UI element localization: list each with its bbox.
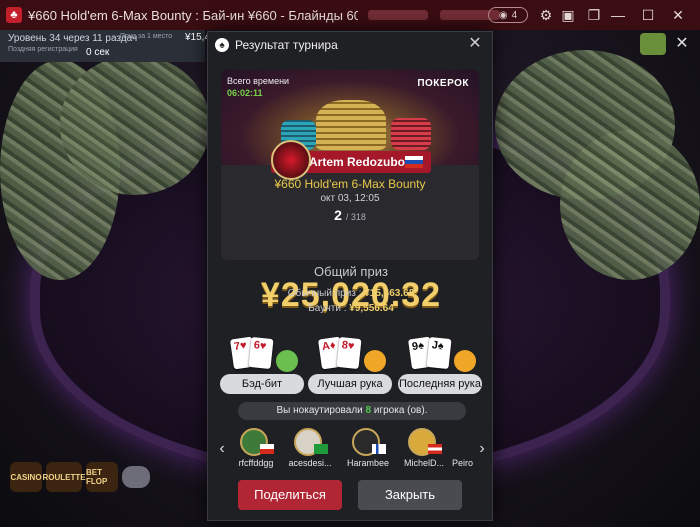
player-name: rfcffddgg — [238, 458, 274, 468]
pokerok-logo-icon: ♠ — [215, 38, 229, 52]
table-close-icon[interactable]: ✕ — [672, 33, 692, 55]
knocked-players-carousel: ‹ rfcffddgg acesdesi... Harambee MichelD… — [208, 426, 494, 472]
badge-last-hand[interactable]: 9♠ J♠ Последняя рука — [398, 336, 482, 396]
austria-flag-icon — [428, 444, 442, 454]
player-avatar — [271, 140, 311, 180]
carousel-next-icon[interactable]: › — [476, 440, 488, 458]
window-title-bar: ♣ ¥660 Hold'em 6-Max Bounty : Бай-ин ¥66… — [0, 0, 700, 30]
tournament-info-strip: Уровень 34 через 11 раздач Поздняя регис… — [0, 30, 210, 62]
chat-icon[interactable] — [122, 466, 150, 488]
coins-pile — [316, 100, 386, 150]
player-name: Harambee — [346, 458, 390, 468]
table-menu-icon[interactable] — [640, 33, 666, 55]
tournament-result-dialog: ♠ Результат турнира ✕ Всего времени 06:0… — [207, 31, 493, 521]
badge-bad-beat[interactable]: 7♥ 6♥ Бэд-бит — [220, 336, 304, 396]
result-banner: Всего времени 06:02:11 ПОКЕРОК Artem Red… — [221, 70, 479, 260]
lobby-icon[interactable]: ▣ — [558, 5, 578, 25]
registration-timer: 0 сек — [86, 47, 110, 58]
dialog-close-icon[interactable]: ✕ — [466, 35, 484, 53]
observers-count: 4 — [511, 9, 518, 21]
place-number: 2 — [334, 207, 342, 223]
dialog-header: ♠ Результат турнира ✕ — [208, 32, 492, 58]
money-pile-right — [560, 130, 700, 280]
share-button[interactable]: Поделиться — [238, 480, 342, 510]
sick-emoji-icon — [276, 350, 298, 372]
chips-stack-red — [391, 118, 431, 150]
finland-flag-icon — [372, 444, 386, 454]
knockout-summary: Вы нокаутировали 8 игрока (ов). — [238, 402, 466, 420]
knocked-player[interactable]: acesdesi... — [286, 428, 334, 472]
restore-icon[interactable]: ❐ — [584, 5, 604, 25]
minimize-icon[interactable]: — — [608, 5, 628, 25]
first-place-prize-label: Приз за 1 место — [120, 33, 173, 40]
bounty-value: ¥9,556.64 — [349, 303, 394, 314]
casino-logo[interactable]: CASINO — [10, 462, 42, 492]
badge-label: Последняя рука — [398, 374, 482, 394]
poker-client-window: CASINO ROULETTE BET FLOP ✕ ♣ ¥660 Hold'e… — [0, 0, 700, 527]
knocked-player[interactable]: rfcffddgg — [232, 428, 280, 472]
blind-level-text: Уровень 34 через 11 раздач — [8, 33, 138, 44]
regular-prize-row: Обычный приз : ¥15,463.68 — [208, 288, 494, 299]
player-name: Peiro — [452, 458, 474, 468]
finish-place: 2 / 318 — [221, 207, 479, 223]
app-icon: ♣ — [6, 7, 22, 23]
badge-label: Бэд-бит — [220, 374, 304, 394]
roulette-logo[interactable]: ROULETTE — [42, 462, 86, 492]
bounty-row: Баунти : ¥9,556.64 — [208, 303, 494, 314]
thinking-emoji-icon — [454, 350, 476, 372]
carousel-prev-icon[interactable]: ‹ — [216, 440, 228, 458]
card-2: J♠ — [426, 336, 452, 370]
knockout-count: 8 — [365, 405, 372, 416]
brand-logo: ПОКЕРОК — [417, 78, 469, 89]
title-progress-bar — [368, 10, 428, 20]
knockout-text-before: Вы нокаутировали — [276, 405, 363, 416]
badge-best-hand[interactable]: A♦ 8♥ Лучшая рука — [308, 336, 392, 396]
bounty-label: Баунти : — [308, 303, 347, 314]
dialog-title: Результат турнира — [235, 38, 338, 52]
player-name: MichelD... — [403, 458, 444, 468]
knocked-player[interactable]: MichelD... — [400, 428, 448, 472]
maximize-icon[interactable]: ☐ — [638, 5, 658, 25]
regular-prize-value: ¥15,463.68 — [364, 288, 415, 299]
knocked-player[interactable]: Harambee — [344, 428, 392, 472]
card-2: 8♥ — [336, 336, 362, 370]
settings-gear-icon[interactable]: ⚙ — [536, 5, 556, 25]
cool-emoji-icon — [364, 350, 386, 372]
poland-flag-icon — [260, 444, 274, 454]
knockout-text-after: игрока (ов). — [373, 405, 428, 416]
tournament-date: окт 03, 12:05 — [320, 193, 380, 204]
observers-indicator[interactable]: ◉ 4 — [488, 7, 528, 23]
player-name: acesdesi... — [288, 458, 332, 468]
betflop-logo[interactable]: BET FLOP — [86, 462, 118, 492]
total-entrants: / 318 — [345, 212, 366, 222]
russia-flag-icon — [405, 156, 423, 168]
close-button[interactable]: Закрыть — [358, 480, 462, 510]
window-close-icon[interactable]: ✕ — [668, 5, 688, 25]
alltime-timer: 06:02:11 — [227, 88, 263, 98]
eye-icon: ◉ — [498, 9, 508, 21]
badge-label: Лучшая рука — [308, 374, 392, 394]
regular-prize-label: Обычный приз : — [287, 288, 362, 299]
money-pile-left-top — [60, 55, 210, 195]
tournament-name: ¥660 Hold'em 6-Max Bounty — [274, 177, 426, 191]
player-name: Artem Redozubov — [309, 155, 412, 169]
alltime-label: Всего времени — [227, 76, 290, 86]
card-2: 6♥ — [248, 336, 274, 370]
window-title: ¥660 Hold'em 6-Max Bounty : Бай-ин ¥660 … — [28, 7, 358, 23]
late-registration-label: Поздняя регистрация — [8, 46, 78, 53]
brazil-flag-icon — [314, 444, 328, 454]
